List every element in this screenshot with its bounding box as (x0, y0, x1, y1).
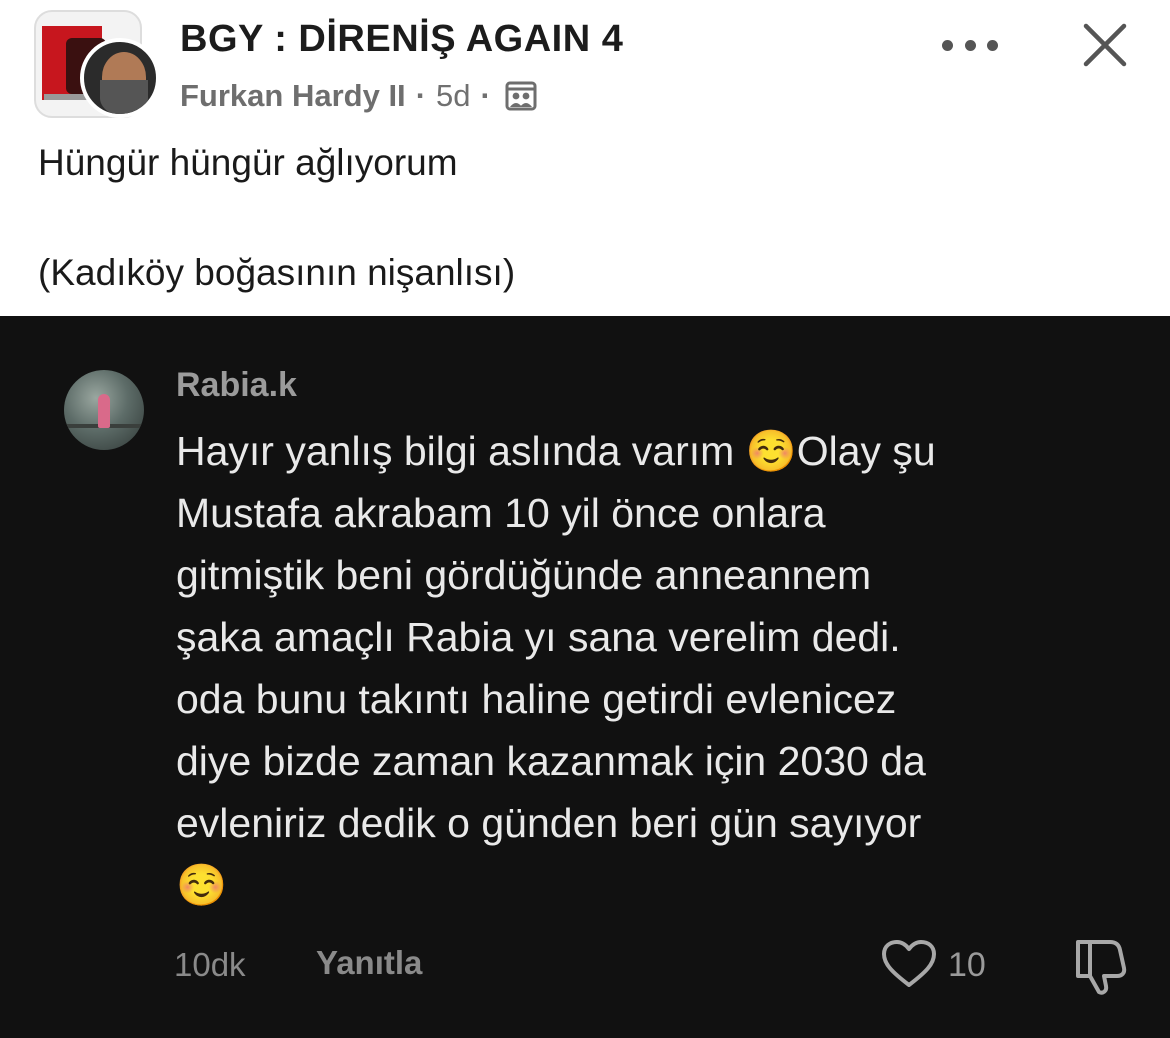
post-age[interactable]: 5d (436, 78, 470, 114)
group-title[interactable]: BGY : DİRENİŞ AGAIN 4 (180, 18, 623, 61)
reply-button[interactable]: Yanıtla (316, 944, 422, 982)
meta-separator: · (480, 78, 491, 113)
heart-outline-icon[interactable] (880, 938, 938, 990)
dot (987, 39, 998, 51)
group-audience-icon[interactable] (505, 80, 537, 112)
author-avatar[interactable] (80, 38, 160, 118)
author-avatar-beard (100, 80, 148, 114)
author-name[interactable]: Furkan Hardy II (180, 78, 406, 114)
comment-screenshot: Rabia.k Hayır yanlış bilgi aslında varım… (0, 316, 1170, 1038)
meta-separator: · (415, 78, 427, 113)
dot (942, 39, 953, 51)
close-icon[interactable] (1080, 20, 1130, 70)
commenter-avatar[interactable] (64, 370, 144, 450)
avatar-figure (98, 394, 110, 428)
post-header: BGY : DİRENİŞ AGAIN 4 Furkan Hardy II · … (0, 0, 1170, 316)
like-count: 10 (948, 946, 986, 984)
post-meta: Furkan Hardy II · 5d · (180, 78, 537, 114)
comment-time: 10dk (174, 946, 246, 983)
more-dots-icon[interactable] (942, 34, 998, 56)
comment-body: Hayır yanlış bilgi aslında varım ☺️Olay … (176, 428, 936, 908)
commenter-name[interactable]: Rabia.k (176, 366, 297, 405)
thumbs-down-icon[interactable] (1070, 934, 1130, 996)
dot (964, 39, 976, 51)
post-text-line-2: (Kadıköy boğasının nişanlısı) (38, 252, 516, 293)
post-text-line-1: Hüngür hüngür ağlıyorum (38, 142, 458, 183)
